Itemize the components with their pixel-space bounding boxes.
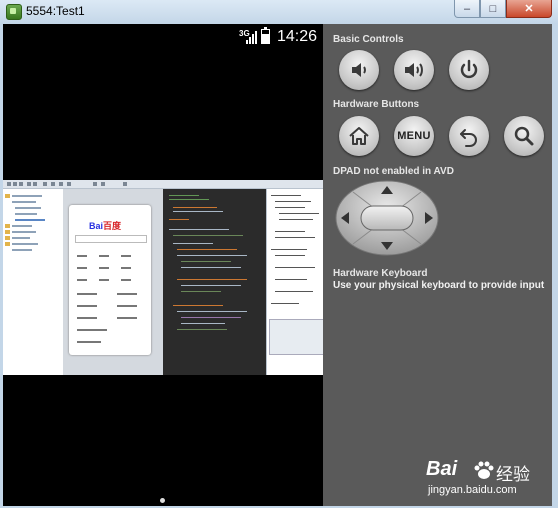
home-button[interactable] bbox=[339, 116, 379, 156]
back-button[interactable] bbox=[449, 116, 489, 156]
embedded-baidu-logo: Bai百度 bbox=[89, 221, 122, 231]
search-icon bbox=[514, 126, 534, 146]
app-icon bbox=[6, 4, 22, 20]
signal-bars-icon bbox=[246, 30, 258, 44]
embedded-phone-preview: Bai百度 bbox=[69, 205, 151, 355]
wallpaper-screenshot: Bai百度 bbox=[3, 180, 323, 375]
status-clock: 14:26 bbox=[277, 28, 318, 45]
battery-icon bbox=[261, 27, 270, 44]
window-frame-right bbox=[552, 24, 558, 508]
emulator-controls-panel: Basic Controls Hardware Buttons MENU DPA… bbox=[323, 24, 552, 507]
volume-up-button[interactable] bbox=[394, 50, 434, 90]
window-title: 5554:Test1 bbox=[26, 4, 85, 18]
search-button[interactable] bbox=[504, 116, 544, 156]
dpad-icon bbox=[335, 180, 439, 256]
basic-controls-heading: Basic Controls bbox=[333, 34, 404, 45]
back-icon bbox=[460, 129, 477, 147]
volume-down-button[interactable] bbox=[339, 50, 379, 90]
status-bar: 3G 14:26 bbox=[3, 24, 323, 50]
home-icon bbox=[349, 127, 369, 145]
embedded-code-editor bbox=[163, 189, 266, 375]
embedded-layout-preview: Bai百度 bbox=[63, 189, 163, 375]
volume-down-icon bbox=[352, 63, 366, 77]
hardware-keyboard-heading: Hardware Keyboard bbox=[333, 268, 428, 279]
emulator-screen[interactable]: 3G 14:26 Bai百度 bbox=[3, 24, 323, 507]
close-button[interactable]: ✕ bbox=[506, 0, 552, 18]
window-titlebar[interactable]: 5554:Test1 – □ ✕ bbox=[0, 0, 558, 24]
volume-up-icon bbox=[405, 63, 423, 77]
maximize-button[interactable]: □ bbox=[480, 0, 506, 18]
embedded-package-explorer bbox=[3, 189, 64, 375]
power-button[interactable] bbox=[449, 50, 489, 90]
watermark-logo-text: Bai bbox=[426, 458, 458, 480]
watermark-cn-text: 经验 bbox=[496, 465, 530, 484]
dpad-control[interactable] bbox=[335, 180, 439, 256]
power-icon bbox=[460, 59, 478, 79]
hardware-buttons-heading: Hardware Buttons bbox=[333, 99, 420, 110]
embedded-search-box bbox=[75, 235, 147, 243]
menu-button[interactable]: MENU bbox=[394, 116, 434, 156]
paw-icon bbox=[474, 461, 494, 479]
keyboard-note: Use your physical keyboard to provide in… bbox=[333, 280, 545, 291]
minimize-button[interactable]: – bbox=[454, 0, 480, 18]
baidu-jingyan-watermark: Bai 经验 jingyan.baidu.com bbox=[426, 458, 546, 498]
watermark-url: jingyan.baidu.com bbox=[428, 484, 517, 496]
menu-button-label: MENU bbox=[397, 130, 431, 142]
home-indicator-dot bbox=[160, 498, 165, 503]
embedded-outline-panel bbox=[266, 189, 323, 375]
embedded-toolbar bbox=[3, 180, 323, 189]
dpad-heading: DPAD not enabled in AVD bbox=[333, 166, 454, 177]
